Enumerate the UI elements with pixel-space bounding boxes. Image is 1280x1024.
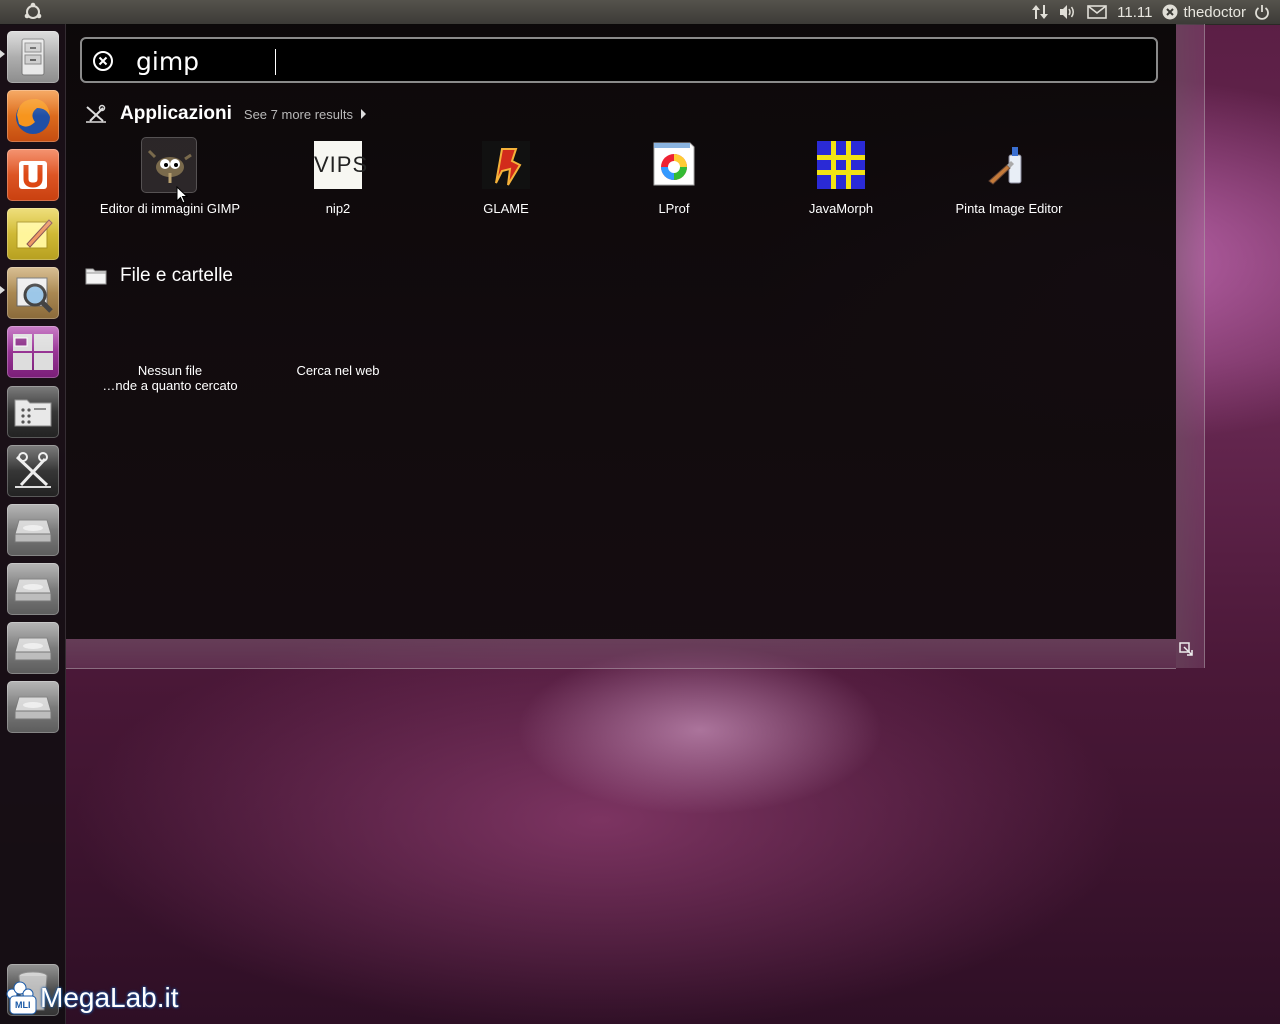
javamorph-icon bbox=[817, 141, 865, 189]
power-icon bbox=[1255, 5, 1269, 20]
applications-category-icon bbox=[86, 104, 106, 123]
network-arrows-icon bbox=[1032, 5, 1049, 19]
resize-grip-icon[interactable] bbox=[1179, 642, 1193, 656]
no-files-placeholder: Nessun file …nde a quanto cercato bbox=[86, 363, 254, 393]
app-result-nip2[interactable]: VIPS nip2 bbox=[254, 137, 422, 227]
launcher-firefox[interactable] bbox=[7, 90, 59, 142]
app-label: Editor di immagini GIMP bbox=[99, 201, 241, 216]
app-result-gimp[interactable]: Editor di immagini GIMP bbox=[86, 137, 254, 227]
no-files-line-1: Nessun file bbox=[137, 363, 203, 378]
software-center-icon bbox=[19, 161, 47, 189]
category-applications: Applicazioni See 7 more results bbox=[84, 101, 367, 127]
app-result-javamorph[interactable]: JavaMorph bbox=[757, 137, 925, 227]
clear-search-icon[interactable] bbox=[92, 50, 114, 72]
running-indicator bbox=[0, 286, 5, 294]
graphics-tools-icon bbox=[15, 452, 51, 488]
app-label: Pinta Image Editor bbox=[955, 201, 1063, 216]
text-caret bbox=[275, 49, 276, 75]
magnifier-photo-icon bbox=[16, 277, 53, 313]
app-label: JavaMorph bbox=[808, 201, 874, 216]
speaker-icon bbox=[1060, 5, 1075, 19]
top-panel: 11.11 thedoctor bbox=[0, 0, 1280, 25]
category-title: File e cartelle bbox=[120, 265, 233, 286]
hard-drive-icon bbox=[14, 578, 52, 602]
vips-icon: VIPS bbox=[314, 141, 369, 189]
hard-drive-icon bbox=[14, 696, 52, 720]
launcher-drive-1[interactable] bbox=[7, 504, 59, 556]
session-menu[interactable] bbox=[1254, 4, 1270, 20]
me-menu[interactable]: thedoctor bbox=[1162, 4, 1246, 21]
network-indicator[interactable] bbox=[1031, 3, 1049, 21]
notepad-icon bbox=[16, 219, 53, 249]
megalab-watermark: MLI MegaLab.it bbox=[4, 980, 204, 1020]
category-title: Applicazioni bbox=[120, 103, 232, 124]
app-result-glame[interactable]: GLAME bbox=[422, 137, 590, 227]
see-more-results-link[interactable]: See 7 more results bbox=[244, 107, 353, 122]
no-files-line-2: …nde a quanto cercato bbox=[102, 378, 238, 393]
dash-frame-bottom bbox=[66, 639, 1176, 669]
launcher-file-manager[interactable] bbox=[7, 31, 59, 83]
app-label: LProf bbox=[658, 201, 690, 216]
web-search-result[interactable]: Cerca nel web bbox=[254, 363, 422, 378]
chevron-right-icon[interactable] bbox=[361, 109, 367, 119]
launcher-image-viewer[interactable] bbox=[7, 267, 59, 319]
launcher-applications-lens[interactable] bbox=[7, 386, 59, 438]
system-tray: 11.11 thedoctor bbox=[1031, 0, 1280, 24]
launcher-graphics[interactable] bbox=[7, 445, 59, 497]
launcher-tomboy[interactable] bbox=[7, 208, 59, 260]
username: thedoctor bbox=[1183, 3, 1246, 21]
category-files: File e cartelle bbox=[84, 263, 233, 289]
lprof-icon bbox=[650, 141, 698, 189]
clock-time: 11.11 bbox=[1117, 3, 1153, 21]
watermark-text: MegaLab.it bbox=[40, 982, 179, 1013]
app-result-lprof[interactable]: LProf bbox=[590, 137, 758, 227]
watermark-badge: MLI bbox=[15, 1000, 31, 1010]
search-input[interactable] bbox=[136, 43, 1136, 79]
web-search-label: Cerca nel web bbox=[296, 363, 380, 378]
glame-icon bbox=[482, 141, 530, 189]
hard-drive-icon bbox=[14, 637, 52, 661]
messaging-indicator[interactable] bbox=[1087, 5, 1107, 19]
filing-cabinet-icon bbox=[21, 38, 45, 76]
launcher-drive-4[interactable] bbox=[7, 681, 59, 733]
offline-status-icon bbox=[1162, 4, 1178, 20]
sound-indicator[interactable] bbox=[1059, 4, 1077, 20]
launcher-workspace-switcher[interactable] bbox=[7, 326, 59, 378]
launcher bbox=[0, 24, 66, 1024]
app-result-pinta[interactable]: Pinta Image Editor bbox=[925, 137, 1093, 227]
app-label: nip2 bbox=[325, 201, 351, 216]
pinta-icon bbox=[985, 141, 1033, 189]
workspaces-icon bbox=[13, 334, 53, 370]
vips-logo-text: VIPS bbox=[314, 152, 369, 177]
launcher-drive-2[interactable] bbox=[7, 563, 59, 615]
dash-frame-right bbox=[1176, 24, 1205, 668]
launcher-software-center[interactable] bbox=[7, 149, 59, 201]
gimp-icon bbox=[141, 137, 197, 193]
hard-drive-icon bbox=[14, 519, 52, 543]
mouse-pointer-icon bbox=[176, 186, 188, 204]
firefox-icon bbox=[16, 98, 50, 134]
running-indicator bbox=[0, 50, 5, 58]
folder-apps-icon bbox=[14, 399, 52, 427]
launcher-drive-3[interactable] bbox=[7, 622, 59, 674]
dash-search-box bbox=[80, 37, 1158, 83]
envelope-icon bbox=[1087, 5, 1107, 19]
app-label: GLAME bbox=[483, 201, 529, 216]
clock[interactable]: 11.11 bbox=[1117, 4, 1152, 21]
folder-icon bbox=[85, 268, 107, 285]
ubuntu-logo-icon[interactable] bbox=[22, 2, 44, 22]
